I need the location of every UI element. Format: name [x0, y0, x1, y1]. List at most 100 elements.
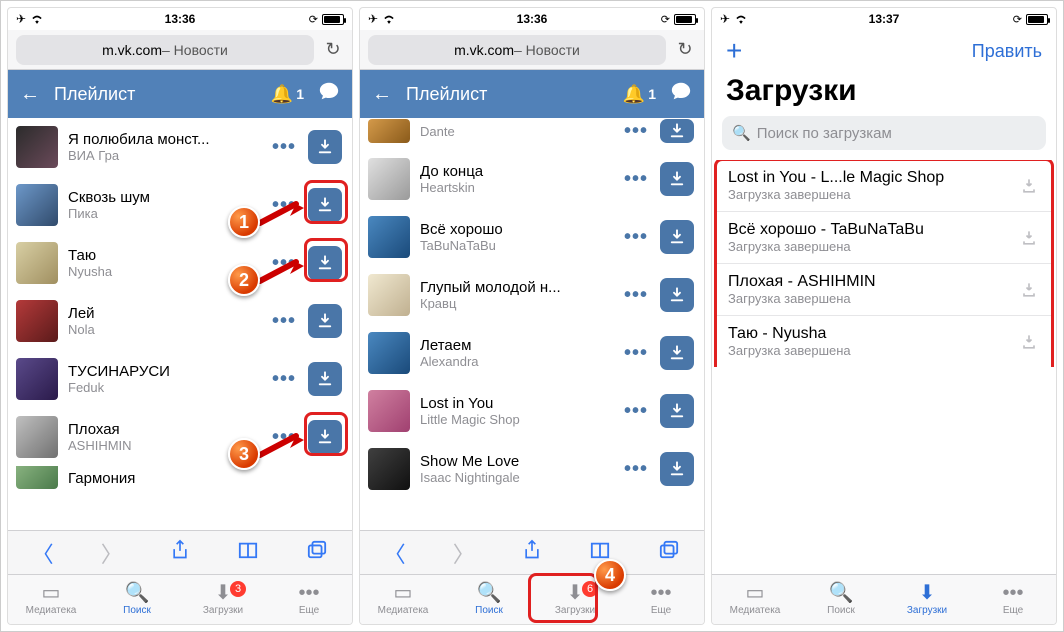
share-icon[interactable] — [170, 539, 190, 567]
download-button[interactable] — [308, 188, 342, 222]
more-icon[interactable]: ••• — [622, 226, 650, 249]
track-row[interactable]: Lost in YouLittle Magic Shop••• — [360, 382, 704, 440]
download-button[interactable] — [308, 420, 342, 454]
edit-button[interactable]: Править — [972, 41, 1042, 62]
add-button[interactable]: + — [726, 35, 742, 67]
clock: 13:36 — [517, 12, 548, 26]
track-row[interactable]: Глупый молодой н...Кравц••• — [360, 266, 704, 324]
chat-icon[interactable] — [318, 80, 340, 108]
airplane-icon: ✈ — [720, 12, 730, 26]
tab-more[interactable]: •••Еще — [618, 583, 704, 616]
track-row[interactable]: До концаHeartskin••• — [360, 150, 704, 208]
track-row[interactable]: Show Me LoveIsaac Nightingale••• — [360, 440, 704, 498]
address-suffix: – Новости — [514, 42, 580, 58]
phone-3: ✈ 13:37 ⟳ + Править Загрузки 🔍 Поиск по … — [711, 7, 1057, 625]
reload-icon[interactable]: ↻ — [322, 39, 344, 60]
chat-icon[interactable] — [670, 80, 692, 108]
album-cover — [16, 300, 58, 342]
bookmarks-icon[interactable] — [589, 540, 611, 566]
tab-search[interactable]: 🔍Поиск — [94, 583, 180, 616]
track-row[interactable]: ТаюNyusha••• — [8, 234, 352, 292]
tab-library[interactable]: ▭Медиатека — [360, 583, 446, 616]
bell-icon[interactable]: 🔔1 — [623, 84, 656, 105]
more-icon[interactable]: ••• — [622, 458, 650, 481]
track-row[interactable]: Dante••• — [360, 118, 704, 150]
track-artist: Isaac Nightingale — [420, 470, 612, 485]
nav-back-icon[interactable]: 〈 — [32, 537, 54, 569]
bell-icon[interactable]: 🔔1 — [271, 84, 304, 105]
download-item[interactable]: Lost in You - L...le Magic ShopЗагрузка … — [716, 160, 1052, 212]
address-field[interactable]: m.vk.com – Новости — [16, 35, 314, 65]
tab-downloads[interactable]: ⬇3Загрузки — [180, 583, 266, 616]
download-button[interactable] — [660, 162, 694, 196]
search-input[interactable]: 🔍 Поиск по загрузкам — [722, 116, 1046, 150]
download-button[interactable] — [308, 362, 342, 396]
more-icon[interactable]: ••• — [622, 284, 650, 307]
track-row[interactable]: Всё хорошоTaBuNaTaBu••• — [360, 208, 704, 266]
download-status: Загрузка завершена — [728, 187, 1008, 202]
tab-more[interactable]: •••Еще — [266, 583, 352, 616]
track-row[interactable]: Гармония — [8, 466, 352, 490]
more-icon[interactable]: ••• — [270, 252, 298, 275]
tab-library[interactable]: ▭Медиатека — [8, 583, 94, 616]
reload-icon[interactable]: ↻ — [674, 39, 696, 60]
tab-search[interactable]: 🔍Поиск — [798, 583, 884, 616]
vk-title: Плейлист — [406, 84, 609, 105]
track-row[interactable]: ПлохаяASHIHMIN••• — [8, 408, 352, 466]
download-name: Lost in You - L...le Magic Shop — [728, 169, 1008, 187]
download-button[interactable] — [308, 304, 342, 338]
track-title: Гармония — [68, 470, 342, 487]
share-icon[interactable] — [522, 539, 542, 567]
track-artist: Little Magic Shop — [420, 412, 612, 427]
tab-downloads[interactable]: ⬇Загрузки — [884, 583, 970, 616]
nav-back-icon[interactable]: 〈 — [384, 537, 406, 569]
tabs-icon[interactable] — [306, 540, 328, 566]
download-button[interactable] — [660, 336, 694, 370]
tabs-icon[interactable] — [658, 540, 680, 566]
track-row[interactable]: ЛетаемAlexandra••• — [360, 324, 704, 382]
track-row[interactable]: Я полюбила монст...ВИА Гра••• — [8, 118, 352, 176]
redownload-icon[interactable] — [1018, 227, 1040, 249]
vk-header: ← Плейлист 🔔1 — [8, 70, 352, 118]
download-button[interactable] — [660, 278, 694, 312]
back-icon[interactable]: ← — [372, 83, 392, 106]
more-icon[interactable]: ••• — [270, 426, 298, 449]
more-icon[interactable]: ••• — [270, 136, 298, 159]
download-button[interactable] — [660, 119, 694, 143]
download-button[interactable] — [660, 394, 694, 428]
safari-toolbar: 〈 〉 — [360, 530, 704, 574]
back-icon[interactable]: ← — [20, 83, 40, 106]
download-button[interactable] — [660, 220, 694, 254]
download-item[interactable]: Всё хорошо - TaBuNaTaBuЗагрузка завершен… — [716, 212, 1052, 264]
download-button[interactable] — [308, 130, 342, 164]
redownload-icon[interactable] — [1018, 331, 1040, 353]
track-row[interactable]: Сквозь шумПика••• — [8, 176, 352, 234]
track-row[interactable]: ЛейNola••• — [8, 292, 352, 350]
wifi-icon — [30, 12, 44, 27]
track-row[interactable]: ТУСИНАРУСИFeduk••• — [8, 350, 352, 408]
status-bar: ✈ 13:36 ⟳ — [8, 8, 352, 30]
download-button[interactable] — [308, 246, 342, 280]
track-list[interactable]: Dante••• До концаHeartskin••• Всё хорошо… — [360, 118, 704, 530]
download-button[interactable] — [660, 452, 694, 486]
album-cover — [368, 448, 410, 490]
more-icon[interactable]: ••• — [622, 342, 650, 365]
more-icon[interactable]: ••• — [622, 168, 650, 191]
downloads-list[interactable]: Lost in You - L...le Magic ShopЗагрузка … — [712, 160, 1056, 367]
tab-library[interactable]: ▭Медиатека — [712, 583, 798, 616]
redownload-icon[interactable] — [1018, 175, 1040, 197]
download-item[interactable]: Плохая - ASHIHMINЗагрузка завершена — [716, 264, 1052, 316]
tab-downloads[interactable]: ⬇6Загрузки — [532, 583, 618, 616]
more-icon[interactable]: ••• — [270, 194, 298, 217]
download-item[interactable]: Таю - NyushaЗагрузка завершена — [716, 316, 1052, 367]
more-icon[interactable]: ••• — [622, 120, 650, 143]
tab-search[interactable]: 🔍Поиск — [446, 583, 532, 616]
more-icon[interactable]: ••• — [270, 368, 298, 391]
address-field[interactable]: m.vk.com – Новости — [368, 35, 666, 65]
more-icon[interactable]: ••• — [622, 400, 650, 423]
track-list[interactable]: Я полюбила монст...ВИА Гра••• Сквозь шум… — [8, 118, 352, 530]
bookmarks-icon[interactable] — [237, 540, 259, 566]
more-icon[interactable]: ••• — [270, 310, 298, 333]
redownload-icon[interactable] — [1018, 279, 1040, 301]
tab-more[interactable]: •••Еще — [970, 583, 1056, 616]
